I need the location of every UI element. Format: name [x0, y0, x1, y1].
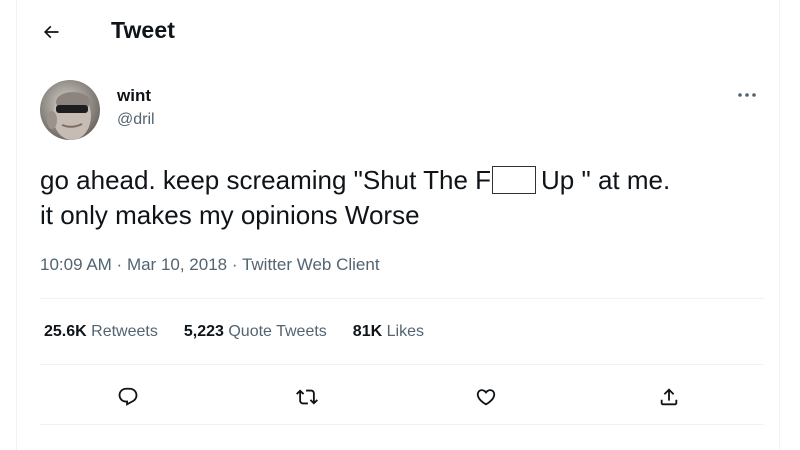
likes-count: 81K	[352, 323, 383, 340]
more-horizontal-icon	[738, 93, 756, 97]
tweet-text-line2: it only makes my opinions Worse	[40, 200, 420, 230]
tweet-stats: 25.6K Retweets 5,223 Quote Tweets 81K Li…	[44, 323, 424, 341]
tweet-time[interactable]: 10:09 AM	[40, 255, 112, 274]
tweet-source[interactable]: Twitter Web Client	[242, 255, 380, 274]
reply-icon	[118, 387, 138, 406]
tweet-text-line1-end: Up " at me.	[541, 165, 671, 195]
divider	[40, 298, 764, 299]
share-button[interactable]	[652, 380, 686, 414]
quote-tweets-stat[interactable]: 5,223 Quote Tweets	[184, 323, 327, 341]
avatar[interactable]	[40, 80, 100, 140]
header: Tweet	[16, 8, 780, 56]
heart-icon	[476, 389, 496, 406]
more-options-button[interactable]	[730, 84, 764, 106]
tweet-text: go ahead. keep screaming "Shut The F Up "…	[40, 163, 770, 233]
redaction-box	[492, 166, 537, 194]
quote-tweets-count: 5,223	[183, 323, 224, 340]
likes-label: Likes	[386, 323, 424, 340]
meta-separator: ·	[227, 255, 242, 274]
avatar-image	[40, 80, 100, 140]
divider	[40, 364, 764, 365]
share-icon	[660, 388, 678, 406]
page-title: Tweet	[111, 17, 175, 43]
like-button[interactable]	[469, 380, 503, 414]
likes-stat[interactable]: 81K Likes	[353, 323, 424, 341]
reply-button[interactable]	[111, 380, 145, 414]
tweet-actions	[40, 376, 764, 416]
author-display-name[interactable]: wint	[117, 86, 151, 106]
divider	[40, 424, 764, 425]
retweets-stat[interactable]: 25.6K Retweets	[44, 323, 158, 341]
quote-tweets-label: Quote Tweets	[228, 323, 327, 340]
retweets-label: Retweets	[91, 323, 158, 340]
arrow-left-icon	[43, 25, 59, 39]
meta-separator: ·	[111, 255, 127, 274]
retweets-count: 25.6K	[44, 323, 87, 340]
retweet-button[interactable]	[290, 380, 324, 414]
author-handle: @dril	[117, 111, 155, 128]
tweet-date[interactable]: Mar 10, 2018	[127, 255, 227, 274]
retweet-icon	[296, 389, 318, 405]
tweet-meta: 10:09 AM · Mar 10, 2018 · Twitter Web Cl…	[40, 255, 380, 275]
back-button[interactable]	[35, 16, 67, 48]
tweet-text-line1-start: go ahead. keep screaming "Shut The F	[40, 165, 492, 195]
